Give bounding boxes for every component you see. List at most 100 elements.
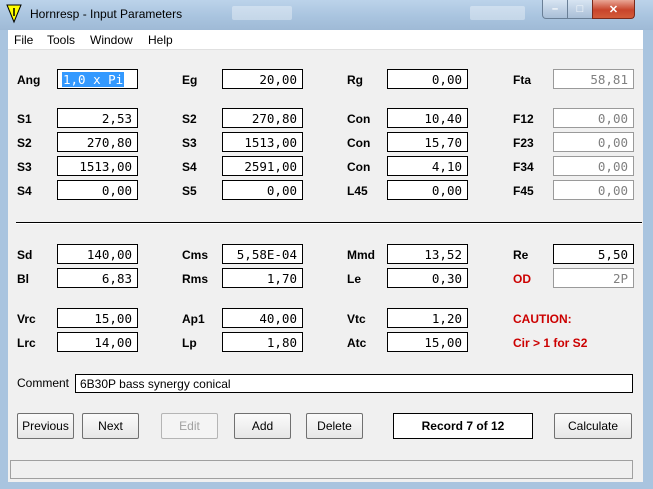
- f45-field: 0,00: [553, 180, 634, 200]
- re-field[interactable]: 5,50: [553, 244, 634, 264]
- ang-value: 1,0 x Pi: [62, 72, 125, 87]
- calculate-button[interactable]: Calculate: [554, 413, 632, 439]
- fta-field: 58,81: [553, 69, 634, 89]
- label-od: OD: [513, 272, 531, 286]
- mmd-field[interactable]: 13,52: [387, 244, 468, 264]
- sd-field[interactable]: 140,00: [57, 244, 138, 264]
- label-lrc: Lrc: [17, 336, 36, 350]
- con-2-field[interactable]: 15,70: [387, 132, 468, 152]
- f23-field: 0,00: [553, 132, 634, 152]
- close-button[interactable]: ✕: [592, 0, 635, 19]
- window-frame-bottom[interactable]: [0, 482, 653, 489]
- label-ap1: Ap1: [182, 312, 205, 326]
- s3-b-field[interactable]: 1513,00: [57, 156, 138, 176]
- label-l45: L45: [347, 184, 368, 198]
- vrc-field[interactable]: 15,00: [57, 308, 138, 328]
- app-icon: [6, 4, 22, 24]
- s5-field[interactable]: 0,00: [222, 180, 303, 200]
- con-3-field[interactable]: 4,10: [387, 156, 468, 176]
- f34-field: 0,00: [553, 156, 634, 176]
- label-vtc: Vtc: [347, 312, 366, 326]
- label-s5: S5: [182, 184, 197, 198]
- s2-field[interactable]: 270,80: [222, 108, 303, 128]
- rg-field[interactable]: 0,00: [387, 69, 468, 89]
- label-le: Le: [347, 272, 362, 286]
- title-bar: Hornresp - Input Parameters – □ ✕: [0, 0, 653, 30]
- lp-field[interactable]: 1,80: [222, 332, 303, 352]
- minimize-button[interactable]: –: [542, 0, 568, 19]
- label-vrc: Vrc: [17, 312, 36, 326]
- s3-field[interactable]: 1513,00: [222, 132, 303, 152]
- label-con-1: Con: [347, 112, 371, 126]
- minimize-icon: –: [551, 3, 559, 15]
- next-button[interactable]: Next: [82, 413, 139, 439]
- caution-title: CAUTION:: [513, 312, 572, 326]
- caution-message: Cir > 1 for S2: [513, 336, 588, 350]
- label-con-3: Con: [347, 160, 371, 174]
- s2-b-field[interactable]: 270,80: [57, 132, 138, 152]
- label-con-2: Con: [347, 136, 371, 150]
- label-rms: Rms: [182, 272, 209, 286]
- f12-field: 0,00: [553, 108, 634, 128]
- label-sd: Sd: [17, 248, 33, 262]
- label-fta: Fta: [513, 73, 531, 87]
- label-rg: Rg: [347, 73, 363, 87]
- bl-field[interactable]: 6,83: [57, 268, 138, 288]
- ang-field[interactable]: 1,0 x Pi: [57, 69, 138, 89]
- menu-bar: File Tools Window Help: [8, 30, 643, 50]
- label-lp: Lp: [182, 336, 197, 350]
- label-s2: S2: [182, 112, 197, 126]
- ap1-field[interactable]: 40,00: [222, 308, 303, 328]
- label-bl: Bl: [17, 272, 29, 286]
- s4-field[interactable]: 2591,00: [222, 156, 303, 176]
- label-eg: Eg: [182, 73, 198, 87]
- s1-field[interactable]: 2,53: [57, 108, 138, 128]
- close-icon: ✕: [608, 3, 619, 16]
- vtc-field[interactable]: 1,20: [387, 308, 468, 328]
- comment-field[interactable]: 6B30P bass synergy conical: [75, 374, 633, 393]
- maximize-button[interactable]: □: [567, 0, 593, 19]
- le-field[interactable]: 0,30: [387, 268, 468, 288]
- label-s2-b: S2: [17, 136, 32, 150]
- window-title: Hornresp - Input Parameters: [30, 7, 183, 21]
- atc-field[interactable]: 15,00: [387, 332, 468, 352]
- label-comment: Comment: [17, 376, 70, 390]
- add-button[interactable]: Add: [234, 413, 291, 439]
- cms-field[interactable]: 5,58E-04: [222, 244, 303, 264]
- rms-field[interactable]: 1,70: [222, 268, 303, 288]
- label-f45: F45: [513, 184, 534, 198]
- input-parameters-panel: Ang 1,0 x Pi Eg 20,00 Rg 0,00 Fta 58,81 …: [8, 50, 643, 482]
- label-s4-b: S4: [17, 184, 32, 198]
- label-f12: F12: [513, 112, 534, 126]
- window-frame-left: [0, 30, 8, 489]
- label-cms: Cms: [182, 248, 209, 262]
- label-f23: F23: [513, 136, 534, 150]
- con-1-field[interactable]: 10,40: [387, 108, 468, 128]
- menu-help[interactable]: Help: [148, 33, 173, 47]
- background-blur: [232, 6, 292, 20]
- menu-window[interactable]: Window: [90, 33, 133, 47]
- label-mmd: Mmd: [347, 248, 375, 262]
- edit-button[interactable]: Edit: [161, 413, 218, 439]
- eg-field[interactable]: 20,00: [222, 69, 303, 89]
- menu-tools[interactable]: Tools: [47, 33, 75, 47]
- delete-button[interactable]: Delete: [306, 413, 363, 439]
- window-frame-right: [643, 30, 653, 489]
- label-s4: S4: [182, 160, 197, 174]
- status-bar: [10, 460, 633, 479]
- menu-file[interactable]: File: [14, 33, 33, 47]
- l45-field[interactable]: 0,00: [387, 180, 468, 200]
- label-s3: S3: [182, 136, 197, 150]
- od-field: 2P: [553, 268, 634, 288]
- label-f34: F34: [513, 160, 534, 174]
- previous-button[interactable]: Previous: [17, 413, 74, 439]
- maximize-icon: □: [576, 3, 584, 15]
- label-re: Re: [513, 248, 529, 262]
- label-s3-b: S3: [17, 160, 32, 174]
- section-divider: [16, 222, 642, 224]
- record-indicator: Record 7 of 12: [393, 413, 533, 439]
- label-atc: Atc: [347, 336, 367, 350]
- lrc-field[interactable]: 14,00: [57, 332, 138, 352]
- background-blur: [470, 6, 525, 20]
- s4-b-field[interactable]: 0,00: [57, 180, 138, 200]
